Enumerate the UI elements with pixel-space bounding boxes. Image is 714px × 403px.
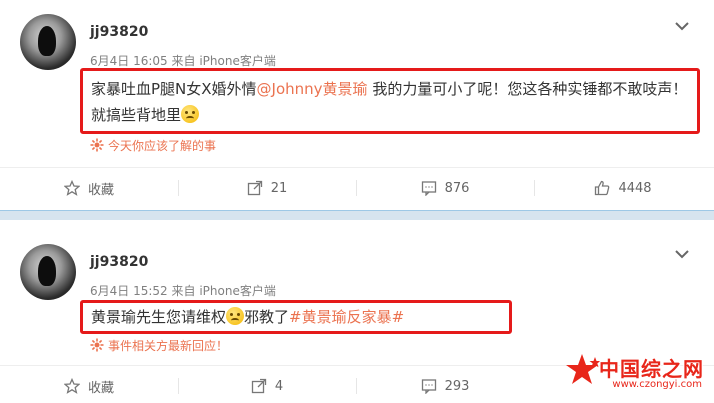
star-icon xyxy=(63,180,80,196)
favorite-button[interactable]: 收藏 xyxy=(0,170,178,206)
star-icon xyxy=(63,378,80,394)
source-prefix: 来自 xyxy=(171,54,196,68)
content-text: 黄景瑜先生您请维权 xyxy=(91,308,227,326)
repost-icon xyxy=(247,180,262,196)
post-meta: 6月4日 16:05 来自 iPhone客户端 xyxy=(90,52,276,69)
comment-count: 293 xyxy=(444,378,470,394)
smirk-emoji-icon xyxy=(226,307,245,325)
topic-label: 今天你应该了解的事 xyxy=(108,139,217,153)
topic-icon xyxy=(90,338,104,352)
comment-icon xyxy=(421,379,436,394)
watermark-url: www.czongyi.com xyxy=(612,379,702,390)
post-source[interactable]: iPhone客户端 xyxy=(199,284,276,298)
repost-button[interactable]: 4 xyxy=(178,368,356,403)
weibo-post: jj93820 6月4日 16:05 来自 iPhone客户端 家暴吐血P腿N女… xyxy=(0,0,714,210)
hashtag-link[interactable]: #黄景瑜反家暴# xyxy=(289,308,404,326)
watermark-title: 中国综之网 xyxy=(599,357,704,381)
post-source[interactable]: iPhone客户端 xyxy=(199,54,276,68)
star-burst-logo-icon xyxy=(566,354,601,384)
comment-count: 876 xyxy=(444,180,470,196)
content-text-2: 邪教了 xyxy=(244,308,290,326)
topic-link[interactable]: 今天你应该了解的事 xyxy=(90,137,216,154)
repost-icon xyxy=(251,378,267,394)
chevron-down-icon[interactable] xyxy=(674,248,690,260)
repost-button[interactable]: 21 xyxy=(178,170,356,206)
site-watermark: 中国综之网 www.czongyi.com xyxy=(560,353,710,397)
topic-label: 事件相关方最新回应！ xyxy=(108,339,229,353)
comment-icon xyxy=(421,181,436,196)
post-meta: 6月4日 15:52 来自 iPhone客户端 xyxy=(90,282,276,299)
topic-link[interactable]: 事件相关方最新回应！ xyxy=(90,337,228,354)
action-bar: 收藏 21 876 4448 xyxy=(0,170,714,206)
post-content: 黄景瑜先生您请维权 邪教了#黄景瑜反家暴# xyxy=(91,304,511,330)
post-date[interactable]: 6月4日 15:52 xyxy=(90,284,168,298)
smile-emoji-icon xyxy=(181,105,200,123)
repost-count: 21 xyxy=(270,180,288,196)
divider xyxy=(0,167,714,168)
comment-button[interactable]: 876 xyxy=(356,170,534,206)
chevron-down-icon[interactable] xyxy=(674,20,690,32)
source-prefix: 来自 xyxy=(171,284,196,298)
username[interactable]: jj93820 xyxy=(90,24,148,40)
like-count: 4448 xyxy=(618,180,652,196)
highlight-box: 黄景瑜先生您请维权 邪教了#黄景瑜反家暴# xyxy=(80,300,512,334)
favorite-button[interactable]: 收藏 xyxy=(0,368,178,403)
like-icon xyxy=(595,180,610,196)
comment-button[interactable]: 293 xyxy=(356,368,534,403)
highlight-box: 家暴吐血P腿N女X婚外情@Johnny黄景瑜 我的力量可小了呢！您这各种实锤都不… xyxy=(80,68,700,134)
avatar[interactable] xyxy=(20,14,76,70)
repost-count: 4 xyxy=(274,378,284,394)
feed-separator xyxy=(0,210,714,220)
like-button[interactable]: 4448 xyxy=(534,170,712,206)
favorite-label: 收藏 xyxy=(87,380,114,396)
favorite-label: 收藏 xyxy=(87,182,114,198)
username[interactable]: jj93820 xyxy=(90,254,148,270)
content-text: 家暴吐血P腿N女X婚外情 xyxy=(91,80,257,98)
post-date[interactable]: 6月4日 16:05 xyxy=(90,54,168,68)
topic-icon xyxy=(90,138,104,152)
avatar[interactable] xyxy=(20,244,76,300)
post-content: 家暴吐血P腿N女X婚外情@Johnny黄景瑜 我的力量可小了呢！您这各种实锤都不… xyxy=(91,76,691,128)
mention-link[interactable]: @Johnny黄景瑜 xyxy=(257,80,368,98)
